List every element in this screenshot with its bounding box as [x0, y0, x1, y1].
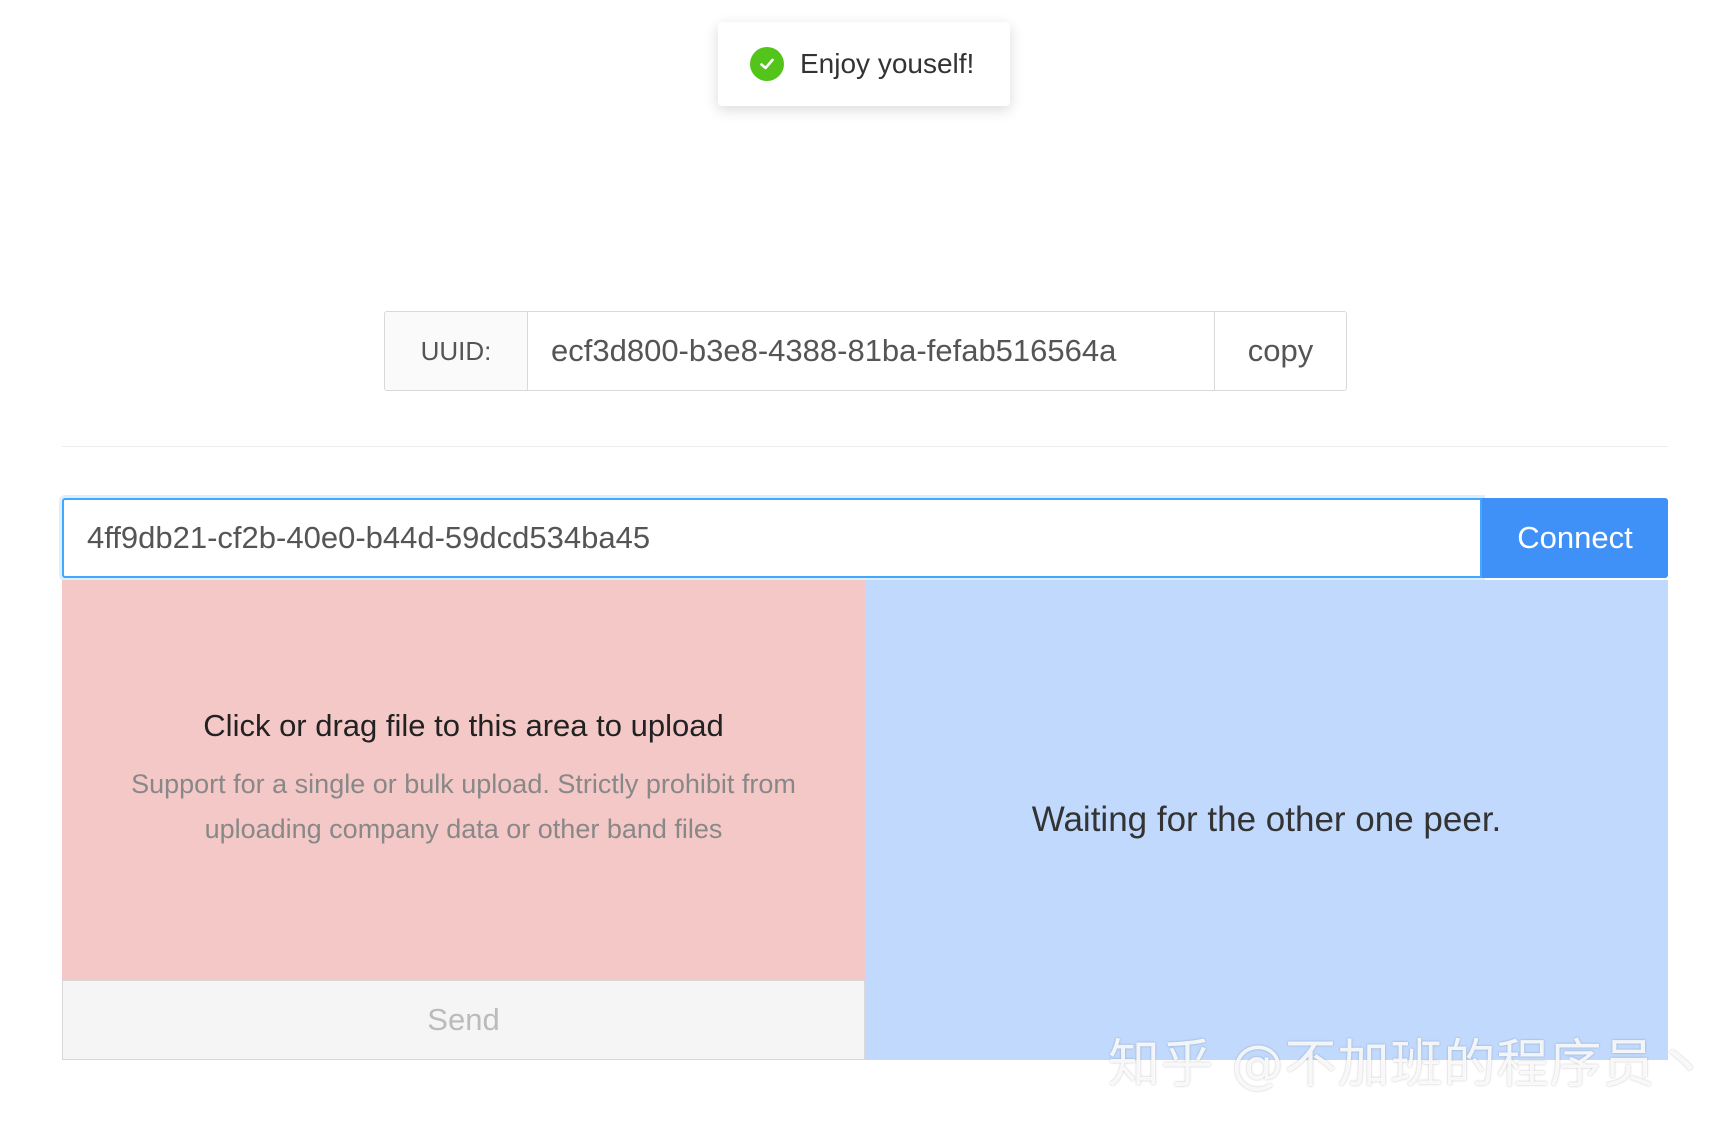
watermark: 知乎 @不加班的程序员丶	[1108, 1035, 1709, 1095]
upload-title: Click or drag file to this area to uploa…	[203, 708, 724, 743]
copy-button[interactable]: copy	[1214, 312, 1346, 390]
uuid-group: UUID: ecf3d800-b3e8-4388-81ba-fefab51656…	[384, 311, 1347, 391]
toast-notification: Enjoy youself!	[718, 22, 1010, 106]
upload-dropzone[interactable]: Click or drag file to this area to uploa…	[62, 580, 865, 980]
connect-button[interactable]: Connect	[1482, 498, 1668, 578]
uuid-label: UUID:	[385, 312, 528, 390]
peer-status-panel: Waiting for the other one peer.	[865, 580, 1668, 1060]
uuid-field[interactable]: ecf3d800-b3e8-4388-81ba-fefab516564a	[528, 312, 1214, 390]
connect-row: 4ff9db21-cf2b-40e0-b44d-59dcd534ba45 Con…	[62, 498, 1668, 578]
divider	[62, 446, 1668, 447]
upload-hint: Support for a single or bulk upload. Str…	[131, 769, 796, 844]
peer-status-message: Waiting for the other one peer.	[1031, 800, 1502, 839]
check-circle-icon	[750, 47, 784, 81]
page: Enjoy youself! UUID: ecf3d800-b3e8-4388-…	[0, 0, 1722, 1122]
toast-message: Enjoy youself!	[800, 48, 975, 79]
send-button[interactable]: Send	[62, 980, 865, 1060]
peer-uuid-input[interactable]: 4ff9db21-cf2b-40e0-b44d-59dcd534ba45	[62, 498, 1482, 578]
